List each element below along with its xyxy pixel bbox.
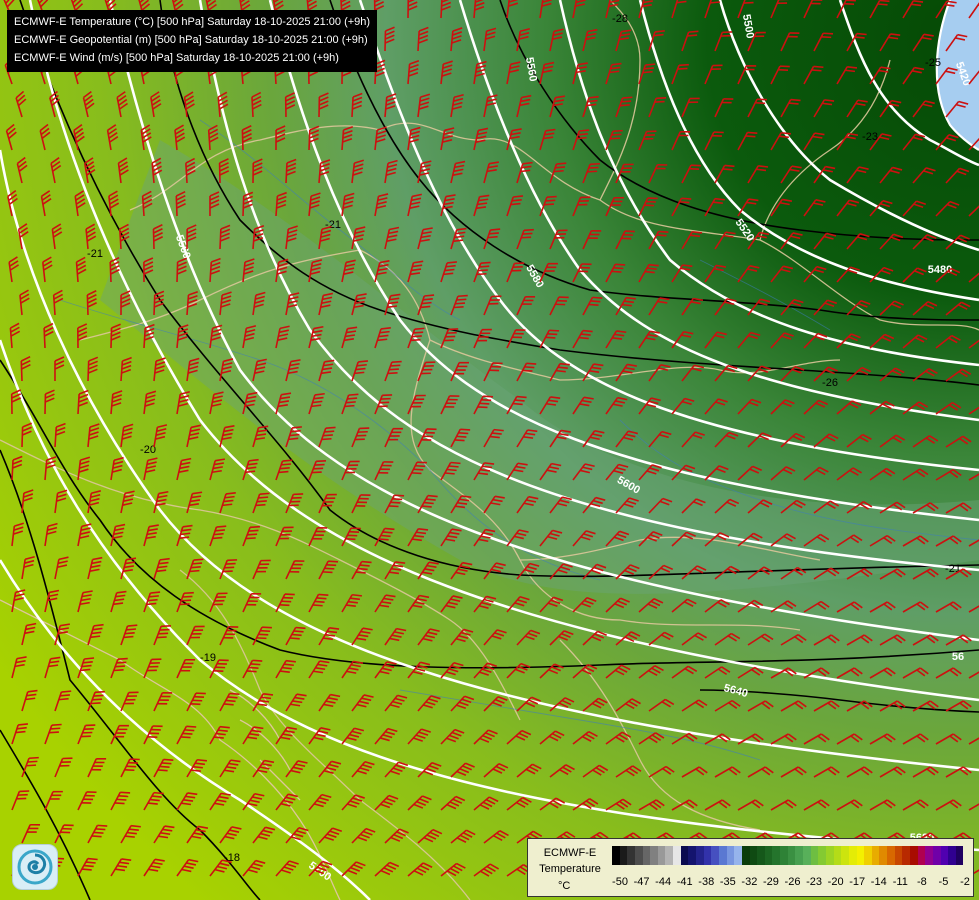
legend-color-swatch: [718, 846, 727, 865]
legend-color-swatch: [864, 846, 872, 865]
legend-color-swatch: [634, 846, 643, 865]
ecmwf-logo: [12, 844, 58, 890]
geopotential-label: 56: [952, 651, 964, 663]
legend-tick-label: -2: [960, 876, 970, 888]
legend-color-swatch: [642, 846, 651, 865]
legend-color-swatch: [825, 846, 834, 865]
legend-color-swatch: [619, 846, 628, 865]
legend-color-swatch: [955, 846, 964, 865]
temperature-label: -21: [87, 248, 103, 260]
legend-tick-label: -11: [892, 876, 908, 888]
legend-color-swatch: [909, 846, 918, 865]
legend-tick-label: -50: [612, 876, 628, 888]
title-line-geopotential: ECMWF-E Geopotential (m) [500 hPa] Satur…: [14, 34, 368, 46]
legend-color-swatch: [650, 846, 658, 865]
title-line-wind: ECMWF-E Wind (m/s) [500 hPa] Saturday 18…: [14, 52, 339, 64]
legend-tick-label: -20: [827, 876, 844, 888]
legend-color-swatch: [734, 846, 742, 865]
legend-color-swatch: [627, 846, 635, 865]
legend-color-swatch: [673, 846, 681, 865]
legend-title-variable: Temperature: [539, 863, 601, 875]
legend-color-swatch: [787, 846, 796, 865]
legend-color-swatch: [795, 846, 804, 865]
legend-color-swatch: [711, 846, 719, 865]
legend-color-swatch: [810, 846, 819, 865]
legend-title-source: ECMWF-E: [543, 847, 597, 859]
legend-tick-label: -38: [698, 876, 715, 888]
legend-color-swatch: [871, 846, 880, 865]
legend-tick-label: -5: [938, 876, 949, 888]
legend-color-swatch: [887, 846, 895, 865]
legend-color-swatch: [841, 846, 849, 865]
legend-tick-label: -8: [916, 876, 927, 888]
legend-unit: °C: [558, 880, 571, 892]
legend-color-swatch: [749, 846, 758, 865]
legend-color-swatch: [741, 846, 750, 865]
legend-color-swatch: [902, 846, 910, 865]
legend-tick-label: -32: [741, 876, 758, 888]
legend-color-swatch: [925, 846, 933, 865]
legend-color-swatch: [680, 846, 689, 865]
weather-map: 5420 5480 5500 5520 5560 5560 5580 5600 …: [0, 0, 979, 900]
legend-tick-label: -17: [849, 876, 866, 888]
title-line-temperature: ECMWF-E Temperature (°C) [500 hPa] Satur…: [14, 16, 371, 28]
legend-color-swatch: [764, 846, 773, 865]
legend-color-swatch: [803, 846, 811, 865]
legend-tick-label: -44: [655, 876, 672, 888]
legend-color-swatch: [856, 846, 865, 865]
legend-color-swatch: [757, 846, 765, 865]
legend-color-swatch: [932, 846, 941, 865]
temperature-legend: ECMWF-E Temperature °C -50 -47 -44 -41 -38 -3…: [527, 838, 974, 897]
legend-color-swatch: [917, 846, 926, 865]
legend-color-swatch: [833, 846, 842, 865]
legend-color-swatch: [772, 846, 781, 865]
temperature-label: -21: [945, 563, 961, 575]
legend-color-swatch: [948, 846, 956, 865]
legend-tick-label: -29: [762, 876, 779, 888]
legend-color-swatch: [665, 846, 674, 865]
legend-color-swatch: [848, 846, 857, 865]
legend-tick-label: -26: [784, 876, 801, 888]
legend-color-swatch: [894, 846, 903, 865]
legend-color-swatch: [696, 846, 704, 865]
temperature-label: -19: [200, 652, 216, 664]
temperature-label: -18: [224, 852, 240, 864]
map-title-box: ECMWF-E Temperature (°C) [500 hPa] Satur…: [7, 10, 378, 72]
temperature-label: -25: [925, 57, 941, 69]
legend-tick-label: -35: [719, 876, 736, 888]
temperature-label: -26: [822, 377, 838, 389]
legend-color-swatch: [818, 846, 826, 865]
temperature-label: -21: [325, 219, 341, 231]
legend-tick-label: -14: [870, 876, 887, 888]
temperature-label: -28: [612, 13, 628, 25]
legend-color-swatch: [726, 846, 735, 865]
legend-color-swatch: [780, 846, 788, 865]
legend-ticks: -50 -47 -44 -41 -38 -35 -32 -29 -26 -23 -20 -17 -14-…: [608, 876, 970, 890]
legend-color-swatch: [657, 846, 666, 865]
legend-tick-label: -47: [633, 876, 650, 888]
legend-color-swatch: [879, 846, 888, 865]
legend-color-ramp: [612, 846, 964, 865]
legend-color-swatch: [940, 846, 949, 865]
legend-color-swatch: [703, 846, 712, 865]
legend-color-swatch: [688, 846, 697, 865]
legend-tick-label: -41: [676, 876, 693, 888]
legend-tick-label: -23: [806, 876, 823, 888]
ecmwf-swirl-icon: [17, 849, 53, 885]
legend-color-swatch: [612, 846, 620, 865]
